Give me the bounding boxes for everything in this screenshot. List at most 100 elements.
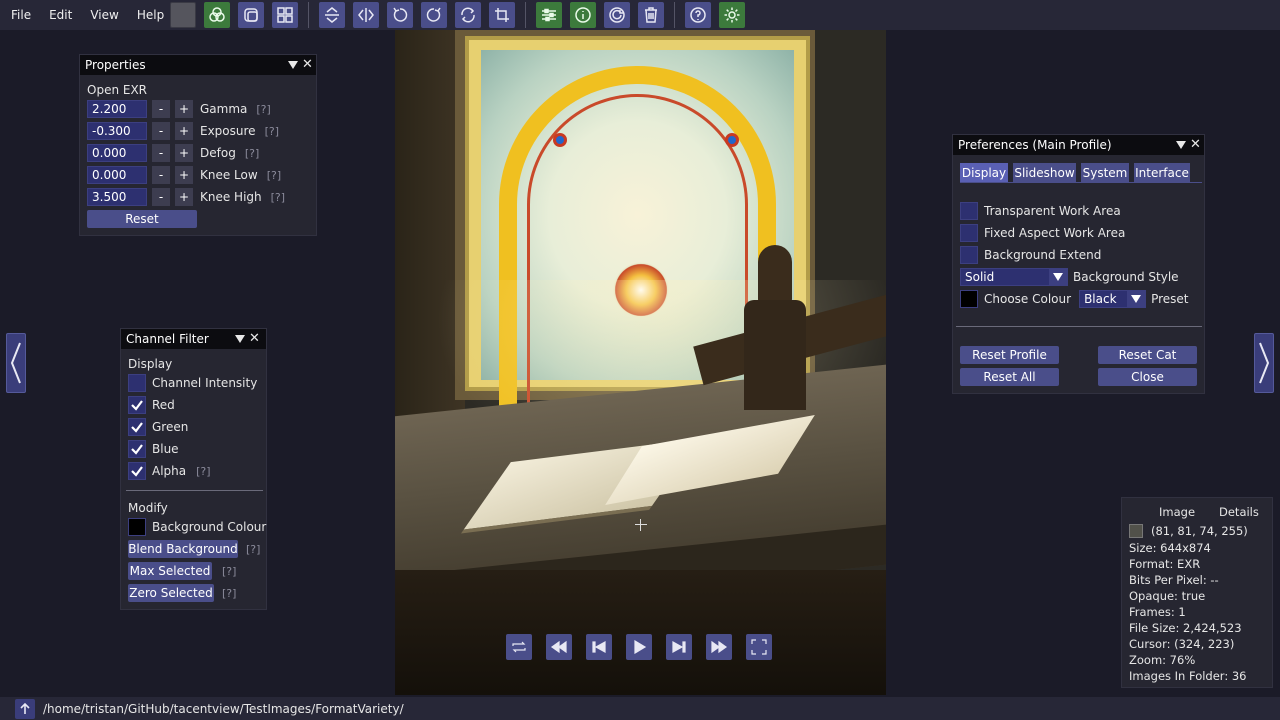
image-post-knob (758, 245, 792, 305)
red-label: Red (152, 398, 175, 412)
main-image[interactable] (395, 30, 886, 695)
prev-image-button[interactable] (6, 333, 26, 393)
properties-title-bar[interactable]: Properties ✕ (80, 55, 316, 75)
gamma-input[interactable]: 2.200 (87, 100, 147, 118)
skip-last-icon[interactable] (706, 634, 732, 660)
preset-dropdown[interactable]: Black (1079, 290, 1147, 308)
rotate-arbitrary-icon[interactable] (455, 2, 481, 28)
close-icon[interactable]: ✕ (302, 55, 313, 75)
close-icon[interactable]: ✕ (249, 329, 260, 349)
background-extend-checkbox[interactable] (960, 246, 978, 264)
red-checkbox[interactable] (128, 396, 146, 414)
fixed-aspect-checkbox[interactable] (960, 224, 978, 242)
reset-profile-button[interactable]: Reset Profile (960, 346, 1059, 364)
crop-icon[interactable] (489, 2, 515, 28)
next-image-button[interactable] (1254, 333, 1274, 393)
delete-icon[interactable] (638, 2, 664, 28)
rotate-left-icon[interactable] (387, 2, 413, 28)
defog-plus-button[interactable]: + (175, 144, 193, 162)
menu-help[interactable]: Help (128, 0, 173, 30)
preferences-title-bar[interactable]: Preferences (Main Profile) ✕ (953, 135, 1204, 155)
reset-button[interactable]: Reset (87, 210, 197, 228)
choose-colour-label: Choose Colour (984, 292, 1072, 306)
background-style-label: Background Style (1073, 270, 1179, 284)
exposure-input[interactable]: -0.300 (87, 122, 147, 140)
channels-icon[interactable] (204, 2, 230, 28)
blend-background-button[interactable]: Blend Background (128, 540, 238, 558)
collapse-icon[interactable] (235, 335, 245, 343)
flip-horizontal-icon[interactable] (353, 2, 379, 28)
prev-icon[interactable] (586, 634, 612, 660)
close-button[interactable]: Close (1098, 368, 1197, 386)
knee-low-minus-button[interactable]: - (152, 166, 170, 184)
max-selected-row: Max Selected [?] (128, 561, 236, 581)
exposure-help[interactable]: [?] (265, 125, 279, 138)
knee-high-minus-button[interactable]: - (152, 188, 170, 206)
flip-vertical-icon[interactable] (319, 2, 345, 28)
channel-intensity-label: Channel Intensity (152, 376, 258, 390)
max-selected-help[interactable]: [?] (222, 565, 236, 578)
zero-selected-button[interactable]: Zero Selected (128, 584, 214, 602)
menu-view[interactable]: View (81, 0, 127, 30)
image-jewel-left (553, 133, 567, 147)
loop-icon[interactable] (506, 634, 532, 660)
next-icon[interactable] (666, 634, 692, 660)
blend-background-help[interactable]: [?] (246, 543, 260, 556)
contact-sheet-icon[interactable] (272, 2, 298, 28)
choose-colour-swatch[interactable] (960, 290, 978, 308)
adjust-icon[interactable] (536, 2, 562, 28)
menu-file[interactable]: File (0, 0, 40, 30)
fullscreen-icon[interactable] (746, 634, 772, 660)
channel-intensity-checkbox[interactable] (128, 374, 146, 392)
exposure-plus-button[interactable]: + (175, 122, 193, 140)
tab-slideshow[interactable]: Slideshow (1013, 163, 1076, 183)
collapse-icon[interactable] (1176, 141, 1186, 149)
background-colour-swatch[interactable] (128, 518, 146, 536)
info-icon[interactable] (570, 2, 596, 28)
close-icon[interactable]: ✕ (1190, 135, 1201, 155)
help-icon[interactable] (685, 2, 711, 28)
color-swatch-icon[interactable] (170, 2, 196, 28)
check-icon (131, 400, 143, 411)
alpha-checkbox[interactable] (128, 462, 146, 480)
alpha-help[interactable]: [?] (196, 465, 210, 478)
knee-low-input[interactable]: 0.000 (87, 166, 147, 184)
knee-high-input[interactable]: 3.500 (87, 188, 147, 206)
alpha-row: Alpha [?] (128, 461, 211, 481)
background-style-dropdown[interactable]: Solid (960, 268, 1068, 286)
green-checkbox[interactable] (128, 418, 146, 436)
skip-first-icon[interactable] (546, 634, 572, 660)
settings-icon[interactable] (719, 2, 745, 28)
reset-cat-button[interactable]: Reset Cat (1098, 346, 1197, 364)
folder-up-icon[interactable] (15, 698, 35, 719)
refresh-icon[interactable] (604, 2, 630, 28)
image-post-body (744, 300, 806, 410)
gamma-minus-button[interactable]: - (152, 100, 170, 118)
knee-low-help[interactable]: [?] (267, 169, 281, 182)
channel-filter-title-bar[interactable]: Channel Filter ✕ (121, 329, 266, 349)
tile-icon[interactable] (238, 2, 264, 28)
tab-system[interactable]: System (1081, 163, 1129, 183)
defog-input[interactable]: 0.000 (87, 144, 147, 162)
blue-checkbox[interactable] (128, 440, 146, 458)
knee-low-plus-button[interactable]: + (175, 166, 193, 184)
knee-high-plus-button[interactable]: + (175, 188, 193, 206)
detail-zoom: Zoom: 76% (1129, 653, 1196, 667)
defog-help[interactable]: [?] (245, 147, 259, 160)
toolbar (170, 2, 753, 28)
collapse-icon[interactable] (288, 61, 298, 69)
tab-interface[interactable]: Interface (1134, 163, 1190, 183)
gamma-plus-button[interactable]: + (175, 100, 193, 118)
exposure-minus-button[interactable]: - (152, 122, 170, 140)
defog-minus-button[interactable]: - (152, 144, 170, 162)
knee-high-help[interactable]: [?] (271, 191, 285, 204)
transparent-work-area-checkbox[interactable] (960, 202, 978, 220)
reset-all-button[interactable]: Reset All (960, 368, 1059, 386)
play-icon[interactable] (626, 634, 652, 660)
tab-display[interactable]: Display (960, 163, 1008, 183)
zero-selected-help[interactable]: [?] (222, 587, 236, 600)
gamma-help[interactable]: [?] (256, 103, 270, 116)
rotate-right-icon[interactable] (421, 2, 447, 28)
menu-edit[interactable]: Edit (40, 0, 81, 30)
max-selected-button[interactable]: Max Selected (128, 562, 212, 580)
